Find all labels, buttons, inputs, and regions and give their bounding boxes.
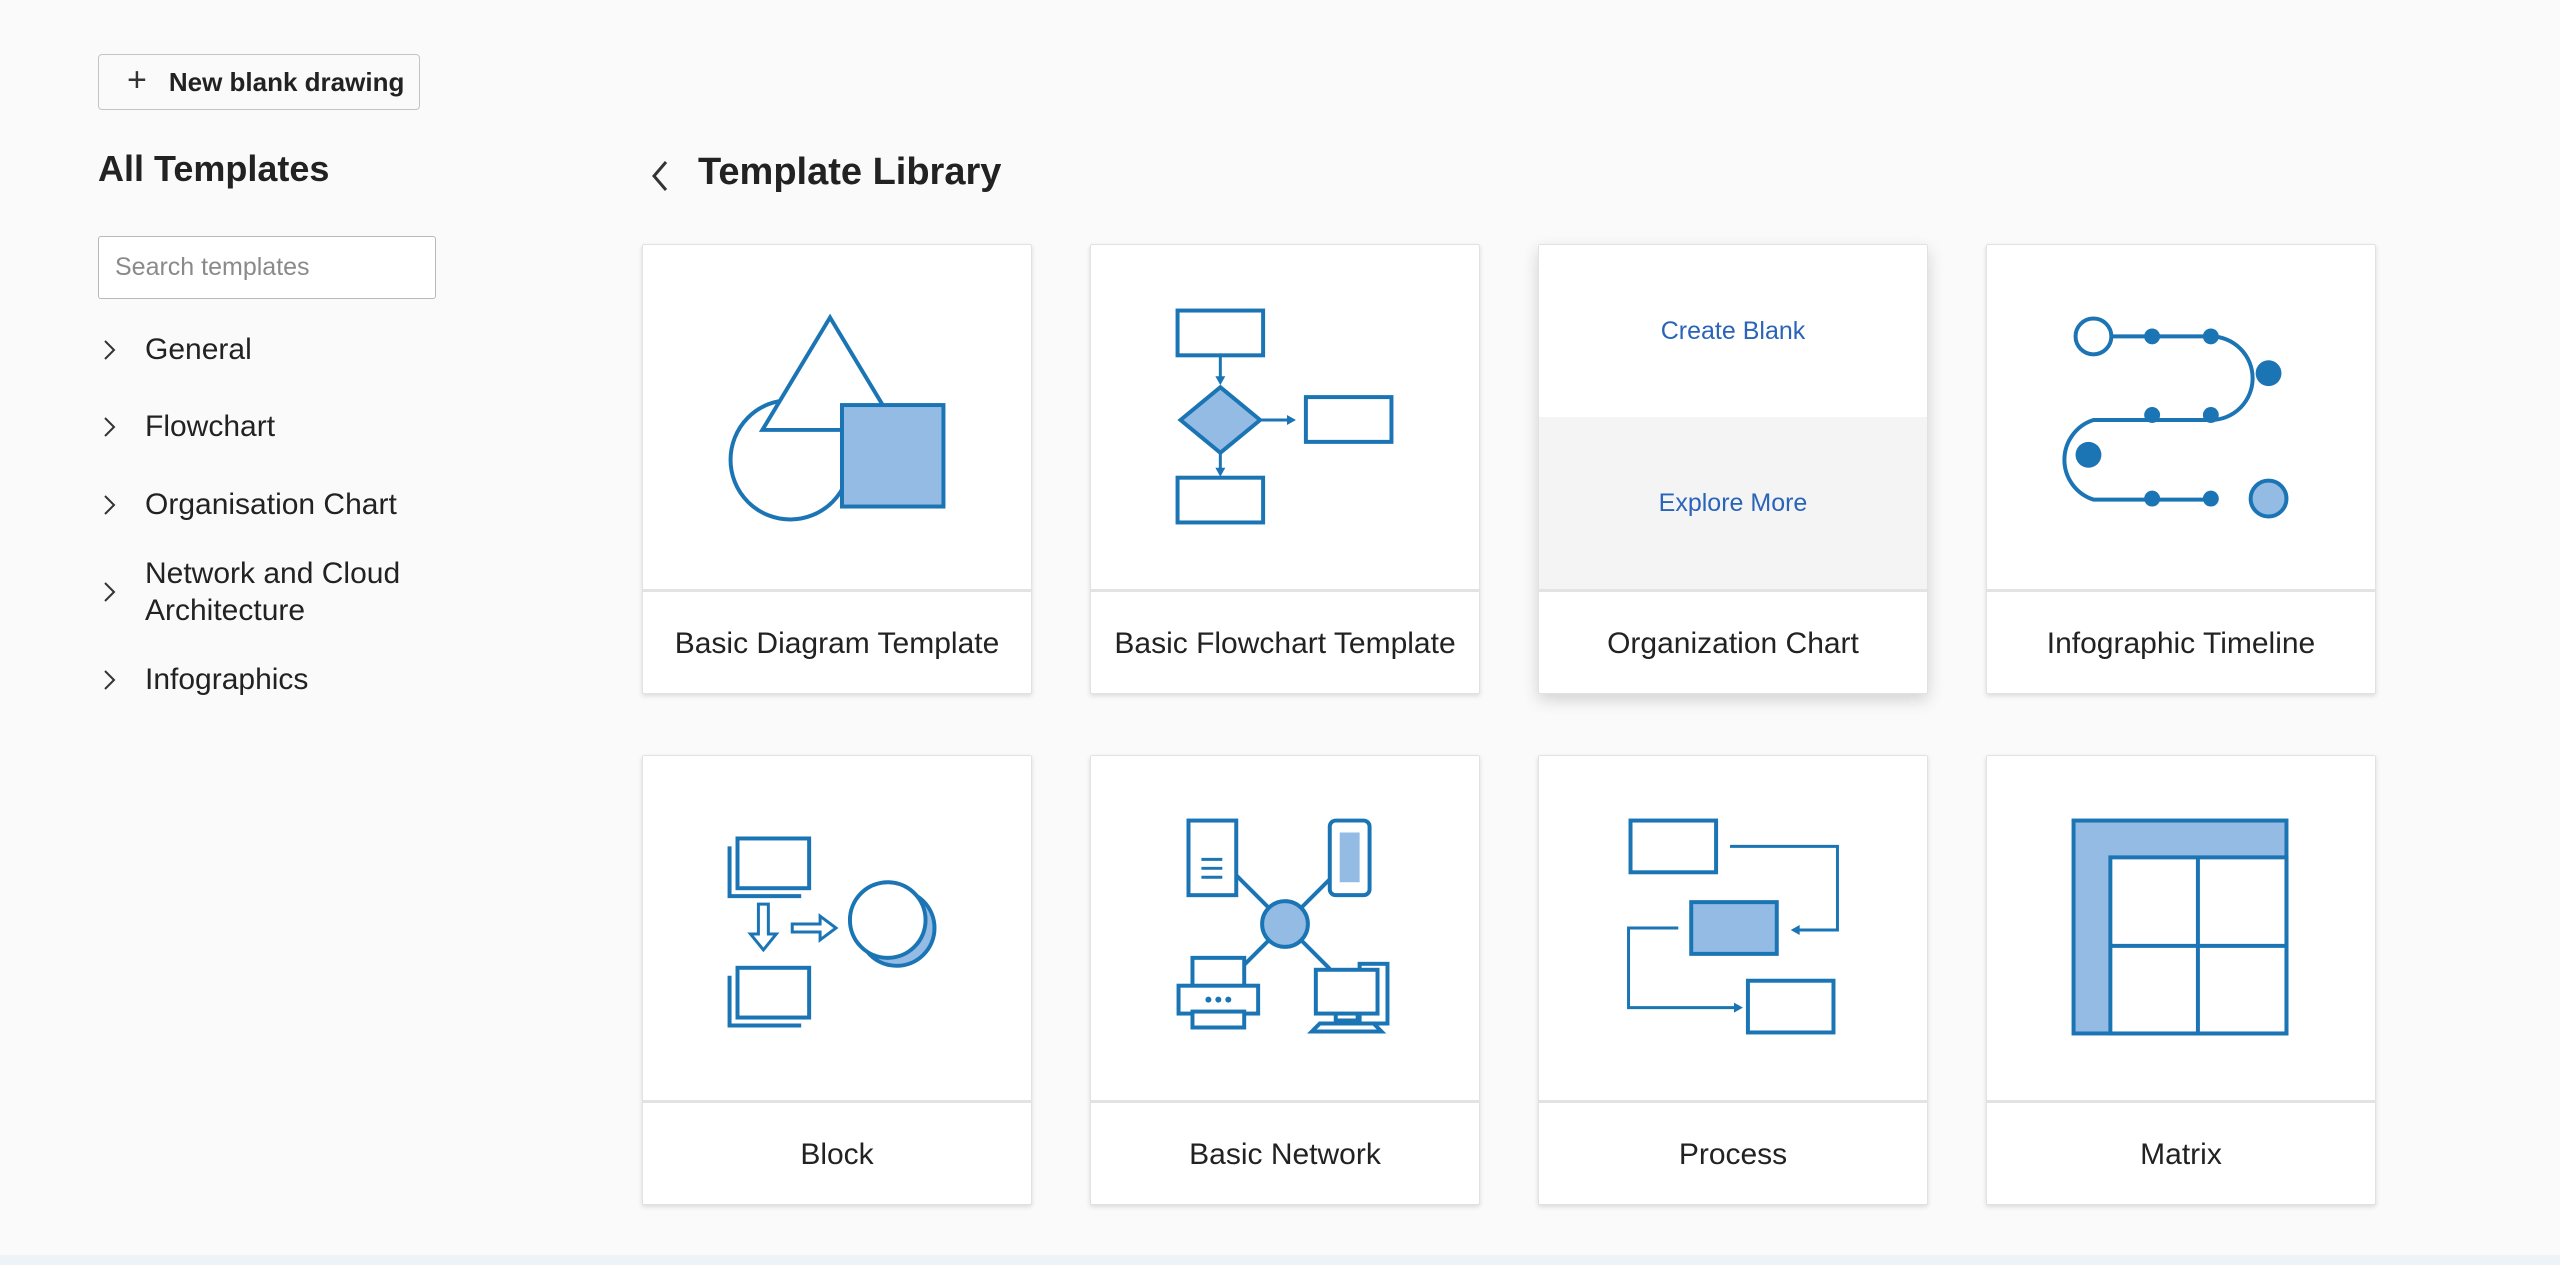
template-card-organization-chart[interactable]: Create Blank Explore More Organization C… bbox=[1538, 244, 1928, 694]
card-title: Basic Flowchart Template bbox=[1114, 626, 1456, 660]
category-network-cloud[interactable]: Network and Cloud Architecture bbox=[98, 555, 435, 629]
matrix-thumbnail bbox=[1987, 756, 2375, 1100]
category-label: General bbox=[145, 333, 252, 366]
card-title: Basic Diagram Template bbox=[674, 626, 1000, 660]
flowchart-thumbnail bbox=[1091, 245, 1479, 589]
category-label: Organisation Chart bbox=[145, 488, 397, 521]
category-flowchart[interactable]: Flowchart bbox=[98, 408, 275, 445]
chevron-right-icon bbox=[104, 669, 116, 690]
all-templates-title: All Templates bbox=[98, 148, 330, 189]
chevron-right-icon bbox=[104, 582, 116, 602]
chevron-right-icon bbox=[104, 494, 116, 515]
card-title: Block bbox=[800, 1137, 874, 1171]
process-thumbnail bbox=[1539, 756, 1927, 1100]
explore-more-button[interactable]: Explore More bbox=[1539, 417, 1927, 589]
template-card-matrix[interactable]: Matrix bbox=[1986, 755, 2376, 1205]
basic-diagram-thumbnail bbox=[643, 245, 1031, 589]
network-thumbnail bbox=[1091, 756, 1479, 1100]
category-label: Flowchart bbox=[145, 410, 276, 443]
card-title: Matrix bbox=[2140, 1137, 2222, 1171]
chevron-right-icon bbox=[104, 339, 116, 360]
card-title: Infographic Timeline bbox=[2046, 626, 2316, 660]
template-library-title: Template Library bbox=[698, 151, 1002, 193]
category-label: Infographics bbox=[145, 663, 309, 696]
template-card-infographic-timeline[interactable]: Infographic Timeline bbox=[1986, 244, 2376, 694]
template-card-process[interactable]: Process bbox=[1538, 755, 1928, 1205]
card-title: Process bbox=[1678, 1137, 1788, 1171]
template-card-block[interactable]: Block bbox=[642, 755, 1032, 1205]
new-blank-drawing-button[interactable]: + New blank drawing bbox=[98, 54, 420, 110]
category-label: Network and Cloud Architecture bbox=[145, 557, 401, 627]
template-card-basic-flowchart[interactable]: Basic Flowchart Template bbox=[1090, 244, 1480, 694]
category-infographics[interactable]: Infographics bbox=[98, 661, 308, 698]
card-title: Basic Network bbox=[1189, 1137, 1381, 1171]
block-thumbnail bbox=[643, 756, 1031, 1100]
timeline-thumbnail bbox=[1987, 245, 2375, 589]
card-title: Organization Chart bbox=[1607, 626, 1859, 660]
chevron-left-icon[interactable] bbox=[646, 156, 676, 196]
template-card-basic-network[interactable]: Basic Network bbox=[1090, 755, 1480, 1205]
template-card-basic-diagram[interactable]: Basic Diagram Template bbox=[642, 244, 1032, 694]
new-blank-drawing-label: New blank drawing bbox=[168, 66, 405, 97]
create-blank-button[interactable]: Create Blank bbox=[1539, 245, 1927, 417]
chevron-right-icon bbox=[104, 416, 116, 437]
search-templates-input[interactable] bbox=[98, 236, 436, 299]
category-organisation-chart[interactable]: Organisation Chart bbox=[98, 486, 397, 523]
category-general[interactable]: General bbox=[98, 331, 252, 368]
bottom-strip bbox=[0, 1255, 2560, 1265]
plus-icon: + bbox=[127, 61, 147, 99]
